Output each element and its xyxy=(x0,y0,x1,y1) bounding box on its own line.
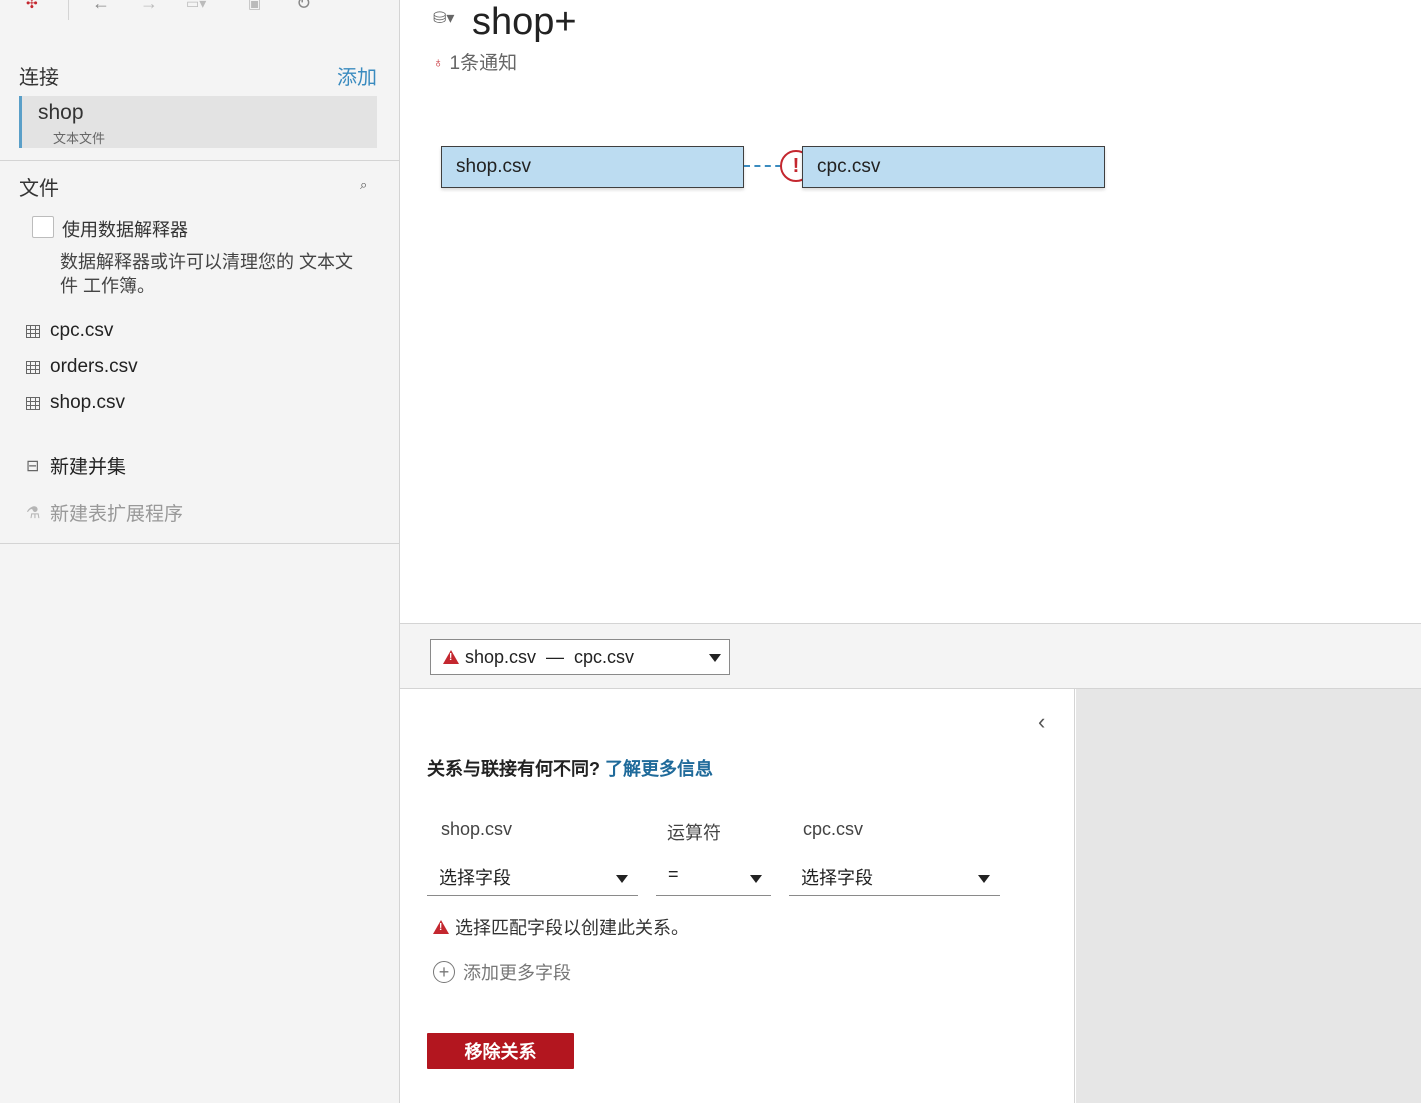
new-union-label: 新建并集 xyxy=(50,457,127,478)
left-field-value: 选择字段 xyxy=(439,868,511,888)
file-name: orders.csv xyxy=(50,356,138,377)
toolbar: ✣ ← → ▭▾ ▣ ↻ xyxy=(0,0,400,20)
search-icon[interactable]: ⌕ xyxy=(360,177,367,193)
relationship-selector[interactable]: shop.csv — cpc.csv xyxy=(430,639,730,675)
new-union-item[interactable]: ⊟ 新建并集 xyxy=(26,452,126,479)
logical-table-cpc[interactable]: cpc.csv xyxy=(802,146,1105,188)
notification[interactable]: ♁ 1条通知 xyxy=(433,48,517,75)
data-source-sidebar: ✣ ← → ▭▾ ▣ ↻ 连接 添加 shop 文本文件 文件 ⌕ 使用数据解释… xyxy=(0,0,400,1103)
union-icon: ⊟ xyxy=(26,457,40,475)
chevron-down-icon xyxy=(709,654,721,662)
right-field-value: 选择字段 xyxy=(801,868,873,888)
operator-column-label: 运算符 xyxy=(667,823,721,843)
chevron-down-icon xyxy=(750,875,762,883)
data-interpreter-label: 使用数据解释器 xyxy=(62,220,188,240)
learn-more-link[interactable]: 了解更多信息 xyxy=(605,759,713,779)
bell-icon: ♁ xyxy=(433,53,444,70)
file-item-orders[interactable]: orders.csv xyxy=(26,354,138,380)
data-model-canvas[interactable]: ⛁▾ shop+ ♁ 1条通知 xyxy=(400,0,1421,623)
new-datasource-icon[interactable]: ▭▾ xyxy=(186,0,206,10)
operator-value: = xyxy=(668,864,679,884)
files-heading: 文件 xyxy=(19,178,59,200)
connection-name: shop xyxy=(38,101,84,124)
sidebar-divider xyxy=(0,543,400,544)
table-grid-icon xyxy=(26,396,40,410)
datasource-title[interactable]: shop+ xyxy=(472,0,577,44)
file-item-cpc[interactable]: cpc.csv xyxy=(26,318,113,344)
table-grid-icon xyxy=(26,324,40,338)
add-more-fields-button[interactable]: + 添加更多字段 xyxy=(433,959,571,985)
toolbar-separator xyxy=(68,0,69,20)
relationship-left-table: shop.csv xyxy=(465,646,537,667)
refresh-icon[interactable]: ↻ xyxy=(296,0,311,12)
relationship-dash: — xyxy=(546,646,565,667)
file-item-shop[interactable]: shop.csv xyxy=(26,390,125,416)
connections-heading: 连接 xyxy=(19,67,59,89)
undo-icon[interactable]: ← xyxy=(92,0,110,12)
chevron-down-icon xyxy=(978,875,990,883)
tableau-logo-icon[interactable]: ✣ xyxy=(26,0,38,10)
extension-icon: ⚗ xyxy=(26,504,41,522)
chevron-left-icon[interactable]: ‹ xyxy=(1038,709,1045,735)
left-field-select[interactable]: 选择字段 xyxy=(427,864,638,896)
relationship-error: 选择匹配字段以创建此关系。 xyxy=(433,914,689,940)
connection-item-shop[interactable]: shop 文本文件 xyxy=(19,96,377,148)
notification-text: 1条通知 xyxy=(449,53,518,74)
new-table-extension-label: 新建表扩展程序 xyxy=(50,504,184,525)
error-text: 选择匹配字段以创建此关系。 xyxy=(455,918,689,938)
data-interpreter-checkbox[interactable] xyxy=(32,216,54,238)
plus-circle-icon: + xyxy=(433,961,455,983)
redo-icon[interactable]: → xyxy=(140,0,158,12)
relationship-help: 关系与联接有何不同? 了解更多信息 xyxy=(427,755,713,781)
database-icon[interactable]: ⛁▾ xyxy=(433,8,454,28)
operator-select[interactable]: = xyxy=(656,864,771,896)
add-connection-link[interactable]: 添加 xyxy=(337,61,377,90)
new-table-extension-item: ⚗ 新建表扩展程序 xyxy=(26,499,183,526)
table-grid-icon xyxy=(26,360,40,374)
relationship-right-table: cpc.csv xyxy=(574,646,635,667)
left-table-column-label: shop.csv xyxy=(441,819,513,839)
data-interpreter-description: 数据解释器或许可以清理您的 文本文件 工作簿。 xyxy=(60,252,353,296)
relationship-bar: shop.csv — cpc.csv xyxy=(400,623,1421,689)
help-text: 关系与联接有何不同? xyxy=(427,759,600,779)
file-name: cpc.csv xyxy=(50,320,114,341)
add-more-fields-label: 添加更多字段 xyxy=(463,963,571,983)
right-field-select[interactable]: 选择字段 xyxy=(789,864,1000,896)
connection-type: 文本文件 xyxy=(53,131,106,146)
chevron-down-icon xyxy=(616,875,628,883)
file-name: shop.csv xyxy=(50,392,125,413)
remove-relationship-button[interactable]: 移除关系 xyxy=(427,1033,574,1069)
logical-table-shop[interactable]: shop.csv xyxy=(441,146,744,188)
relationship-editor: ‹ 关系与联接有何不同? 了解更多信息 shop.csv 运算符 cpc.csv… xyxy=(400,689,1075,1103)
warning-triangle-icon xyxy=(433,920,449,934)
save-icon[interactable]: ▣ xyxy=(248,0,261,10)
right-table-column-label: cpc.csv xyxy=(803,819,864,839)
relationship-side-area xyxy=(1076,689,1421,1103)
warning-triangle-icon xyxy=(443,650,459,664)
sidebar-divider xyxy=(0,160,400,161)
